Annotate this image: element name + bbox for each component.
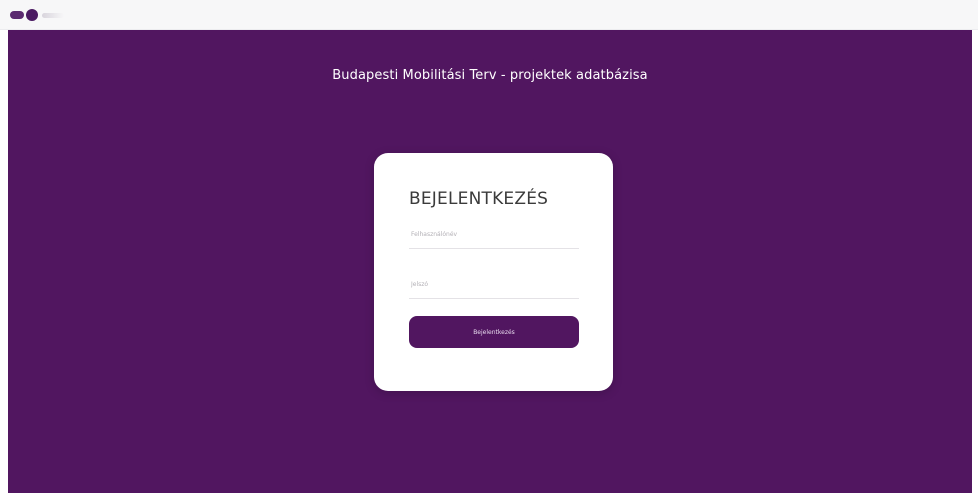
login-card: BEJELENTKEZÉS Bejelentkezés [374,153,613,391]
page-title: Budapesti Mobilitási Terv - projektek ad… [332,68,648,83]
logo-dot-shape [26,9,38,21]
password-input[interactable] [409,271,579,299]
login-title: BEJELENTKEZÉS [409,189,549,209]
top-bar [0,0,978,30]
username-input[interactable] [409,221,579,249]
logo-pill-shape [10,11,24,19]
brand-logo-icon[interactable] [10,8,70,22]
logo-tail-shape [42,12,64,18]
login-background: Budapesti Mobilitási Terv - projektek ad… [8,30,972,493]
login-button[interactable]: Bejelentkezés [409,316,579,348]
